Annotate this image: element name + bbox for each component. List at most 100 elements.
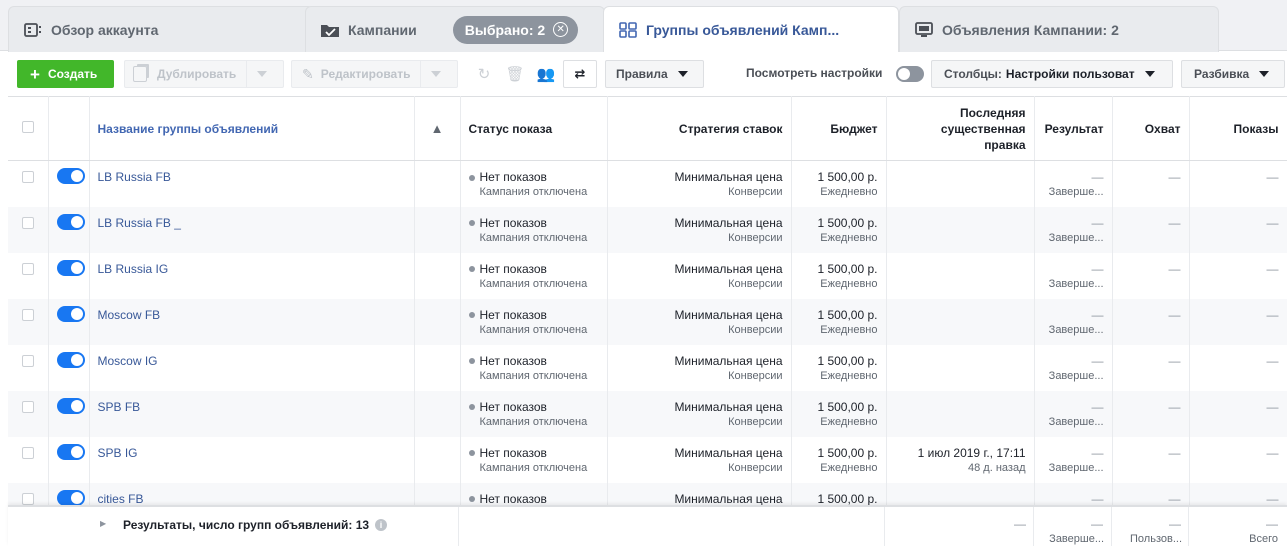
view-settings-toggle[interactable] [896,66,924,82]
table-row[interactable]: SPB FB Нет показов Кампания отключена Миним… [8,390,1287,437]
ad-set-toggle[interactable] [56,443,85,460]
row-checkbox-cell [8,344,49,391]
status-dot-icon [468,312,475,319]
row-checkbox[interactable] [21,308,34,321]
row-checkbox[interactable] [21,400,34,413]
divider [420,61,422,87]
results-text: — [1091,399,1104,414]
edit-button[interactable]: ✎ Редактировать [291,60,458,88]
column-header-strategy-label: Стратегия ставок [678,121,783,136]
breakdown-button[interactable]: Разбивка [1181,60,1285,88]
table-row[interactable]: LB Russia FB Нет показов Кампания отключен… [8,160,1287,207]
budget-cell[interactable]: 1 500,00 р.Ежедневно [791,206,887,253]
ad-set-name-link[interactable]: LB Russia FB [98,170,171,184]
columns-value: Настройки пользоват [1005,67,1135,81]
column-header-last-edit[interactable]: Последняя существенная правка [886,96,1035,161]
ad-set-toggle[interactable] [56,168,85,184]
ad-set-toggle[interactable] [56,489,85,506]
budget-cell[interactable]: 1 500,00 р.Ежедневно [791,298,887,345]
create-button[interactable]: + Создать [17,60,114,88]
status-text: Нет показов [479,353,547,368]
columns-button[interactable]: Столбцы: Настройки пользоват [931,60,1173,88]
strategy-subtext: Конверсии [728,323,783,336]
ad-set-name-link[interactable]: SPB IG [98,446,138,460]
status-subtext: Кампания отключена [479,277,588,290]
row-checkbox[interactable] [21,171,34,183]
column-header-results[interactable]: Результат [1034,96,1113,161]
impressions-text: — [1266,353,1279,368]
budget-cell[interactable]: 1 500,00 р.Ежедневно [791,252,887,299]
tab-ads[interactable]: Объявления Кампании: 2 [899,6,1219,52]
info-icon[interactable]: i [375,519,388,531]
column-header-delivery-warning[interactable]: ▲ [414,96,461,161]
results-cell: —Заверше... [1034,206,1113,253]
ad-set-name-link[interactable]: LB Russia IG [98,262,169,276]
refresh-icon[interactable]: ↻ [470,60,498,88]
row-checkbox[interactable] [21,354,34,367]
name-cell: Moscow FB [89,298,415,345]
column-header-impressions[interactable]: Показы [1189,96,1287,161]
column-header-name[interactable]: Название группы объявлений [89,96,415,161]
table-row[interactable]: LB Russia IG Нет показов Кампания отключен… [8,252,1287,299]
column-header-budget[interactable]: Бюджет [791,96,887,161]
budget-cell[interactable]: 1 500,00 р.Ежедневно [791,390,887,437]
grid-icon [618,21,638,38]
results-subtext: Заверше... [1048,323,1104,336]
row-checkbox[interactable] [21,262,34,275]
select-all-checkbox[interactable] [21,121,34,133]
chevron-down-icon[interactable] [257,71,268,77]
warning-cell [414,206,461,253]
chevron-down-icon[interactable] [431,71,442,77]
column-header-strategy[interactable]: Стратегия ставок [607,96,792,161]
budget-cell[interactable]: 1 500,00 р.Ежедневно [791,344,887,391]
impressions-text: — [1266,215,1279,230]
clear-selection-icon[interactable]: ✕ [553,22,569,37]
table-row[interactable]: Moscow FB Нет показов Кампания отключена Ми… [8,298,1287,345]
budget-cell[interactable]: 1 500,00 р.Ежедневно [791,436,887,483]
tab-ad-sets[interactable]: Группы объявлений Камп... [603,6,899,52]
ad-set-name-link[interactable]: Moscow FB [98,308,161,322]
column-header-reach[interactable]: Охват [1112,96,1190,161]
ad-set-toggle[interactable] [56,305,85,322]
rules-button[interactable]: Правила [605,60,704,88]
ad-set-name-link[interactable]: SPB FB [98,400,141,414]
tab-account-overview[interactable]: Обзор аккаунта [8,6,314,52]
ad-set-name-link[interactable]: Moscow IG [98,354,158,368]
ad-set-name-link[interactable]: LB Russia FB _ [98,216,181,230]
column-header-status[interactable]: Статус показа [460,96,608,161]
status-text: Нет показов [479,399,547,414]
budget-cell[interactable]: 1 500,00 р.Ежедневно [791,160,887,207]
strategy-text: Минимальная цена [674,215,783,230]
reach-text: — [1168,261,1181,276]
ad-set-name-link[interactable]: cities FB [98,492,144,506]
status-cell: Нет показовКампания отключена [460,206,608,253]
table-row[interactable]: LB Russia FB _ Нет показов Кампания отключ… [8,206,1287,253]
selected-badge[interactable]: Выбрано: 2 ✕ [452,15,579,44]
compare-button[interactable]: ⇄ [563,60,597,88]
budget-subtext: Ежедневно [820,323,878,336]
ad-set-toggle[interactable] [56,397,85,414]
status-subtext: Кампания отключена [479,186,588,198]
table-row[interactable]: SPB IG Нет показов Кампания отключена Миним… [8,436,1287,483]
status-text: Нет показов [479,215,547,230]
warning-cell [414,344,461,391]
compare-icon: ⇄ [574,66,586,81]
trash-icon[interactable]: 🗑 [501,60,529,88]
table-row[interactable]: Moscow IG Нет показов Кампания отключена Ми… [8,344,1287,391]
ad-set-toggle[interactable] [56,351,85,368]
duplicate-button[interactable]: Дублировать [124,60,284,88]
columns-prefix: Столбцы: [944,67,1002,81]
row-checkbox[interactable] [21,492,34,505]
users-icon[interactable]: 👥 [532,60,560,88]
last-edit-cell: 1 июл 2019 г., 17:11 48 д. назад [886,436,1035,483]
row-checkbox[interactable] [21,446,34,459]
status-dot-icon [468,496,475,503]
ad-set-toggle[interactable] [56,259,85,276]
chevron-right-icon[interactable]: ▶ [100,519,106,528]
last-edit-subtext: 48 д. назад [968,461,1026,474]
ad-set-toggle[interactable] [56,213,85,230]
row-checkbox[interactable] [21,216,34,229]
tab-campaigns[interactable]: Кампании Выбрано: 2 ✕ [305,6,605,52]
last-edit-cell [886,252,1035,299]
column-header-name-label: Название группы объявлений [97,121,279,136]
